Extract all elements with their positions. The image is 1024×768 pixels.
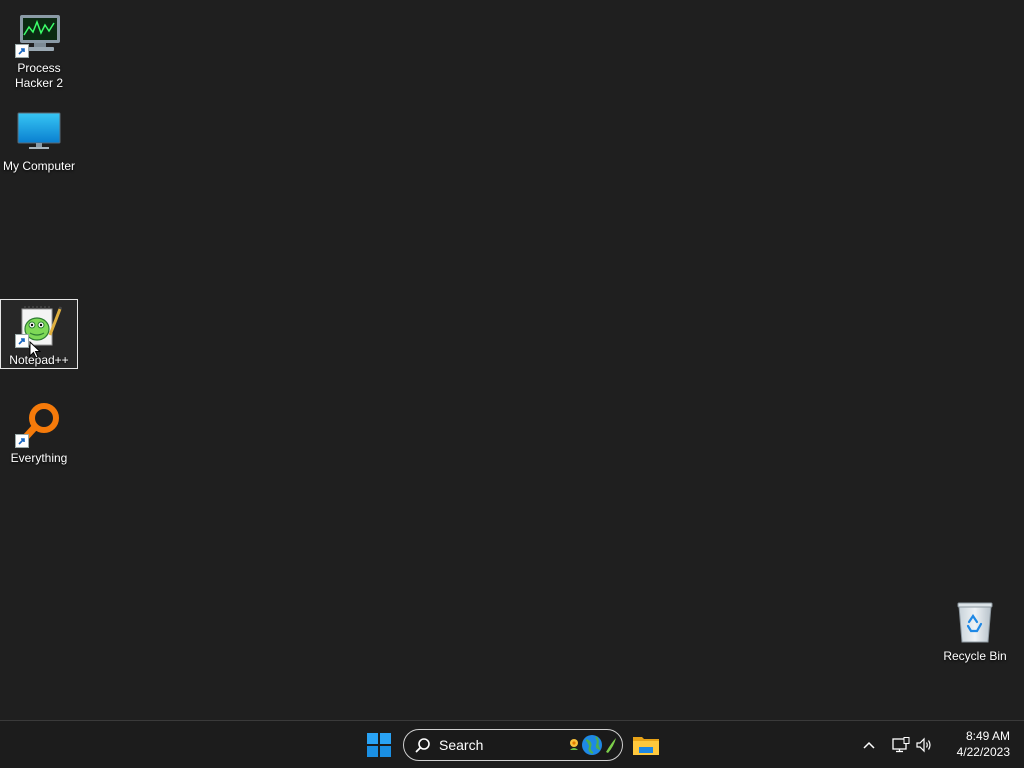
desktop-icon-everything[interactable]: Everything bbox=[0, 396, 78, 466]
clock-time: 8:49 AM bbox=[965, 729, 1010, 743]
desktop-icon-label: Process Hacker 2 bbox=[14, 61, 64, 90]
start-button[interactable] bbox=[364, 730, 394, 760]
mouse-cursor-icon bbox=[29, 341, 41, 359]
desktop-icon-label: Recycle Bin bbox=[943, 649, 1007, 663]
desktop-icon-label: My Computer bbox=[2, 159, 76, 173]
network-tray-button[interactable] bbox=[890, 734, 912, 756]
taskbar-search-box[interactable]: Search bbox=[403, 729, 623, 761]
volume-tray-button[interactable] bbox=[914, 734, 936, 756]
desktop-icon-my-computer[interactable]: My Computer bbox=[0, 104, 78, 174]
desktop-icon-label: Everything bbox=[10, 451, 68, 465]
search-icon bbox=[415, 738, 430, 753]
chevron-up-icon bbox=[863, 741, 875, 749]
windows-logo-icon bbox=[367, 733, 391, 757]
desktop-icon-recycle-bin[interactable]: Recycle Bin bbox=[936, 594, 1014, 664]
clock-date: 4/22/2023 bbox=[956, 745, 1010, 759]
file-explorer-icon bbox=[633, 737, 659, 755]
taskbar: Search 8:49 AM 4/22/2023 bbox=[0, 720, 1024, 768]
everything-search-icon bbox=[15, 400, 63, 448]
shortcut-arrow-icon bbox=[15, 44, 29, 58]
process-hacker-icon bbox=[15, 10, 63, 58]
file-explorer-button[interactable] bbox=[631, 730, 661, 760]
search-highlight-globe-icon bbox=[570, 735, 616, 755]
search-label: Search bbox=[439, 737, 484, 753]
network-icon bbox=[892, 737, 910, 753]
shortcut-arrow-icon bbox=[15, 334, 29, 348]
monitor-icon bbox=[15, 108, 63, 156]
volume-icon bbox=[916, 737, 931, 753]
show-hidden-icons-button[interactable] bbox=[859, 735, 879, 755]
taskbar-clock[interactable]: 8:49 AM 4/22/2023 bbox=[944, 728, 1010, 760]
desktop[interactable]: Process Hacker 2 My Computer Notepad++ E… bbox=[0, 0, 1024, 720]
desktop-icon-process-hacker[interactable]: Process Hacker 2 bbox=[0, 6, 78, 91]
recycle-bin-icon bbox=[951, 598, 999, 646]
shortcut-arrow-icon bbox=[15, 434, 29, 448]
